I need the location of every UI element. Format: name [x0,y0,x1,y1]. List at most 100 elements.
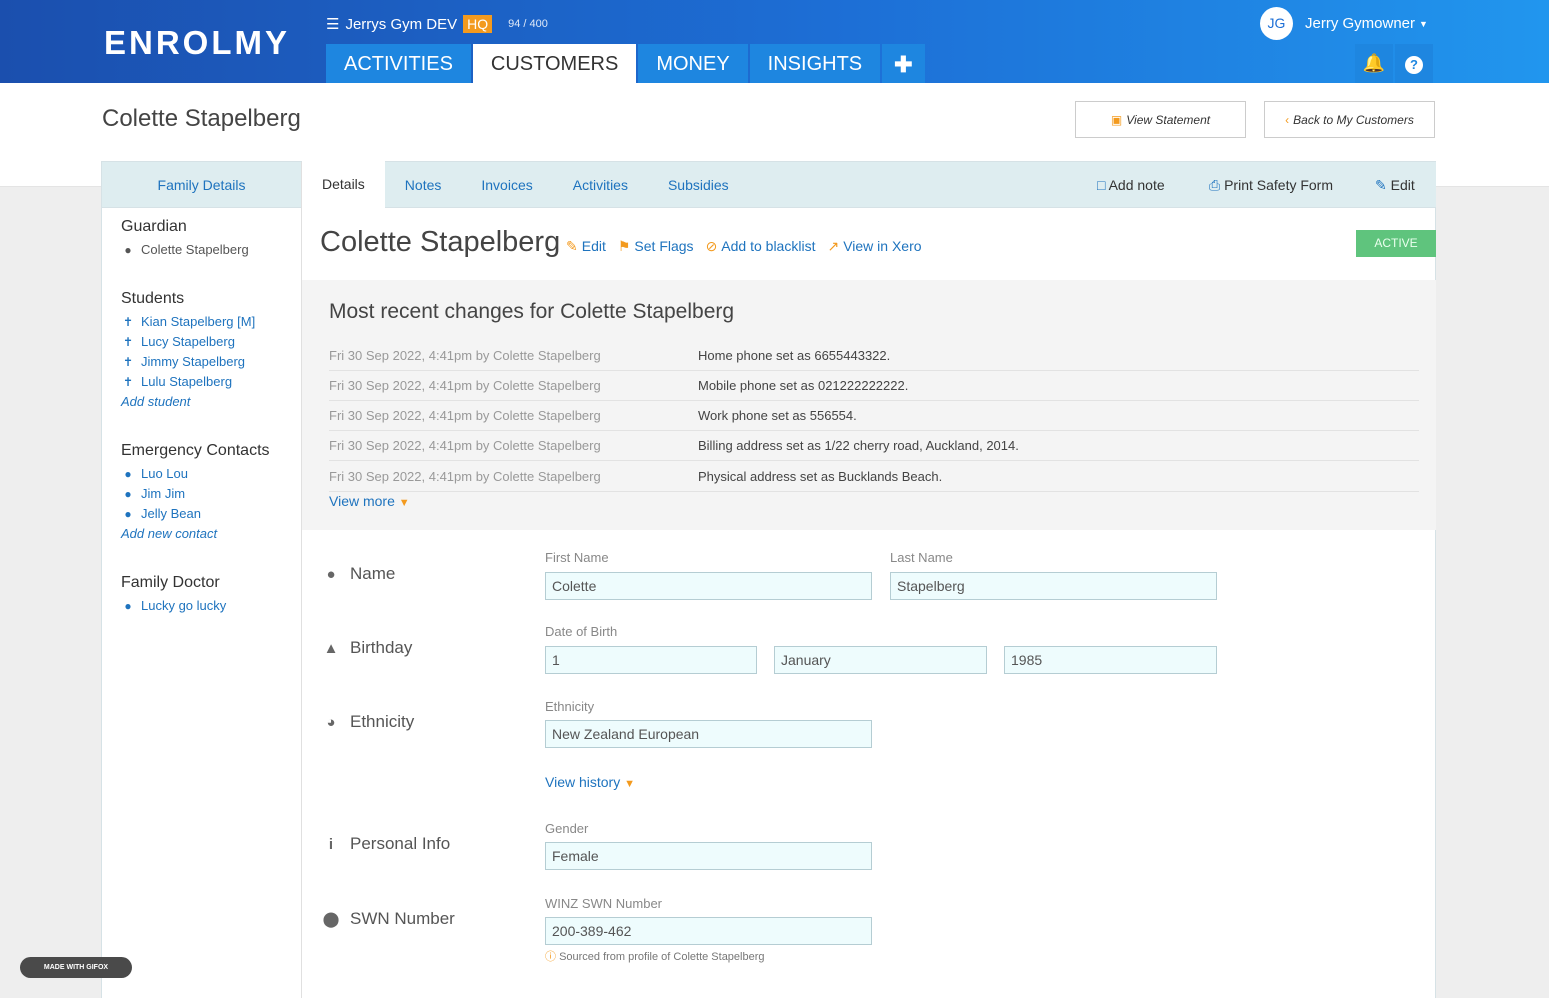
dob-day-input[interactable] [545,646,757,674]
view-statement-label: View Statement [1126,112,1211,127]
member-count: 94 / 400 [508,18,548,30]
user-icon: ● [124,243,132,257]
page-title: Colette Stapelberg [102,105,301,132]
tab-subsidies[interactable]: Subsidies [648,162,749,208]
chevron-left-icon: ‹ [1285,112,1290,127]
first-name-input[interactable] [545,572,872,600]
student-item[interactable]: ✝ Lulu Stapelberg [121,372,255,392]
edit-link[interactable]: ✎ Edit [566,238,606,255]
enrolmy-logo[interactable]: ENROLMY [104,24,290,62]
customer-panel: Family Details Guardian ● Colette Stapel… [101,161,1436,998]
nav-tab-activities[interactable]: ACTIVITIES [326,44,471,83]
menu-icon[interactable]: ☰ [326,15,339,33]
hq-badge: HQ [463,15,493,33]
circle-icon: ⬤ [322,911,340,928]
swn-input[interactable] [545,917,872,945]
emergency-group: Emergency Contacts ● Luo Lou ● Jim Jim ● Je… [121,442,270,544]
dob-label: Date of Birth [545,624,618,639]
doctor-item[interactable]: ● Lucky go lucky [121,596,226,616]
info-icon: ⓘ [545,951,556,963]
add-note-button[interactable]: □ Add note [1097,162,1165,208]
tab-invoices[interactable]: Invoices [461,162,552,208]
print-safety-button[interactable]: ⎙ Print Safety Form [1209,162,1333,208]
tab-family-details[interactable]: Family Details [102,162,301,208]
guardian-heading: Guardian [121,218,187,235]
ethnicity-label: Ethnicity [545,699,595,714]
dob-year-input[interactable] [1004,646,1217,674]
doctor-heading: Family Doctor [121,574,220,591]
user-menu[interactable]: JG Jerry Gymowner ▼ [1260,7,1428,40]
ethnicity-input[interactable] [545,720,872,748]
user-name: Jerry Gymowner [1305,15,1416,32]
change-row: Fri 30 Sep 2022, 4:41pm by Colette Stape… [329,462,1419,492]
pencil-icon: ✎ [1375,177,1387,193]
first-name-label: First Name [545,550,609,565]
customer-name: Colette Stapelberg [320,226,561,258]
student-item[interactable]: ✝ Lucy Stapelberg [121,332,255,352]
child-icon: ✝ [122,375,134,389]
edit-button[interactable]: ✎ Edit [1375,162,1415,208]
birthday-section-label: ▲ Birthday [323,638,413,657]
last-name-input[interactable] [890,572,1217,600]
view-more-link[interactable]: View more ▼ [329,493,410,509]
external-link-icon: ↗ [827,238,840,254]
tab-activities[interactable]: Activities [553,162,648,208]
contact-item[interactable]: ● Jelly Bean [121,504,270,524]
tab-notes[interactable]: Notes [385,162,462,208]
globe-icon: ◕ [326,713,336,731]
chevron-down-icon: ▼ [1419,18,1428,29]
recent-changes: Most recent changes for Colette Stapelbe… [302,280,1436,530]
nav-tab-money[interactable]: MONEY [638,44,748,83]
child-icon: ✝ [122,335,134,349]
doctor-icon: ● [124,599,132,613]
detail-tabs: Details Notes Invoices Activities Subsid… [302,161,1436,208]
file-icon: □ [1097,177,1106,193]
gifox-badge: MADE WITH GIFOX [20,957,132,978]
child-icon: ✝ [122,315,134,329]
bell-icon[interactable]: 🔔 [1355,44,1393,83]
info-icon: i [328,835,334,853]
nav-tab-customers[interactable]: CUSTOMERS [472,44,637,83]
change-row: Fri 30 Sep 2022, 4:41pm by Colette Stape… [329,401,1419,431]
view-in-xero-link[interactable]: ↗ View in Xero [827,238,921,255]
contact-item[interactable]: ● Luo Lou [121,464,270,484]
student-item[interactable]: ✝ Jimmy Stapelberg [121,352,255,372]
tab-details[interactable]: Details [302,161,385,208]
set-flags-link[interactable]: ⚑ Set Flags [618,238,694,255]
sourced-hint: ⓘ Sourced from profile of Colette Stapel… [545,951,765,963]
add-contact-link[interactable]: Add new contact [121,524,270,544]
child-icon: ✝ [122,355,134,369]
students-group: Students ✝ Kian Stapelberg [M] ✝ Lucy Stap… [121,290,255,412]
family-sidebar: Family Details Guardian ● Colette Stapel… [102,162,302,998]
gender-input[interactable] [545,842,872,870]
plus-icon[interactable]: ✚ [882,44,925,83]
back-label: Back to My Customers [1293,112,1414,127]
print-icon: ⎙ [1209,177,1221,193]
doctor-group: Family Doctor ● Lucky go lucky [121,574,226,616]
contact-item[interactable]: ● Jim Jim [121,484,270,504]
group-icon: ● [124,507,132,521]
back-to-customers-button[interactable]: ‹ Back to My Customers [1264,101,1435,138]
group-icon: ● [124,467,132,481]
name-section-label: ● Name [322,564,395,584]
user-icon: ● [326,565,336,583]
gender-label: Gender [545,821,589,836]
pencil-icon: ✎ [566,238,578,254]
add-student-link[interactable]: Add student [121,392,255,412]
nav-tab-insights[interactable]: INSIGHTS [749,44,881,83]
help-icon[interactable]: ? [1395,44,1433,83]
chevron-down-icon: ▼ [624,778,635,790]
gym-selector[interactable]: ☰ Jerrys Gym DEV HQ 94 / 400 [326,15,548,33]
change-row: Fri 30 Sep 2022, 4:41pm by Colette Stape… [329,341,1419,371]
personal-info-section-label: i Personal Info [322,834,450,854]
students-heading: Students [121,290,185,307]
view-history-link[interactable]: View history ▼ [545,774,635,790]
view-statement-button[interactable]: ▣ View Statement [1075,101,1246,138]
dob-month-input[interactable] [774,646,987,674]
guardian-item[interactable]: ● Colette Stapelberg [121,240,248,260]
change-row: Fri 30 Sep 2022, 4:41pm by Colette Stape… [329,371,1419,401]
student-item[interactable]: ✝ Kian Stapelberg [M] [121,312,255,332]
swn-section-label: ⬤ SWN Number [322,909,455,928]
blacklist-link[interactable]: ⊘ Add to blacklist [706,238,816,255]
ban-icon: ⊘ [705,238,718,254]
